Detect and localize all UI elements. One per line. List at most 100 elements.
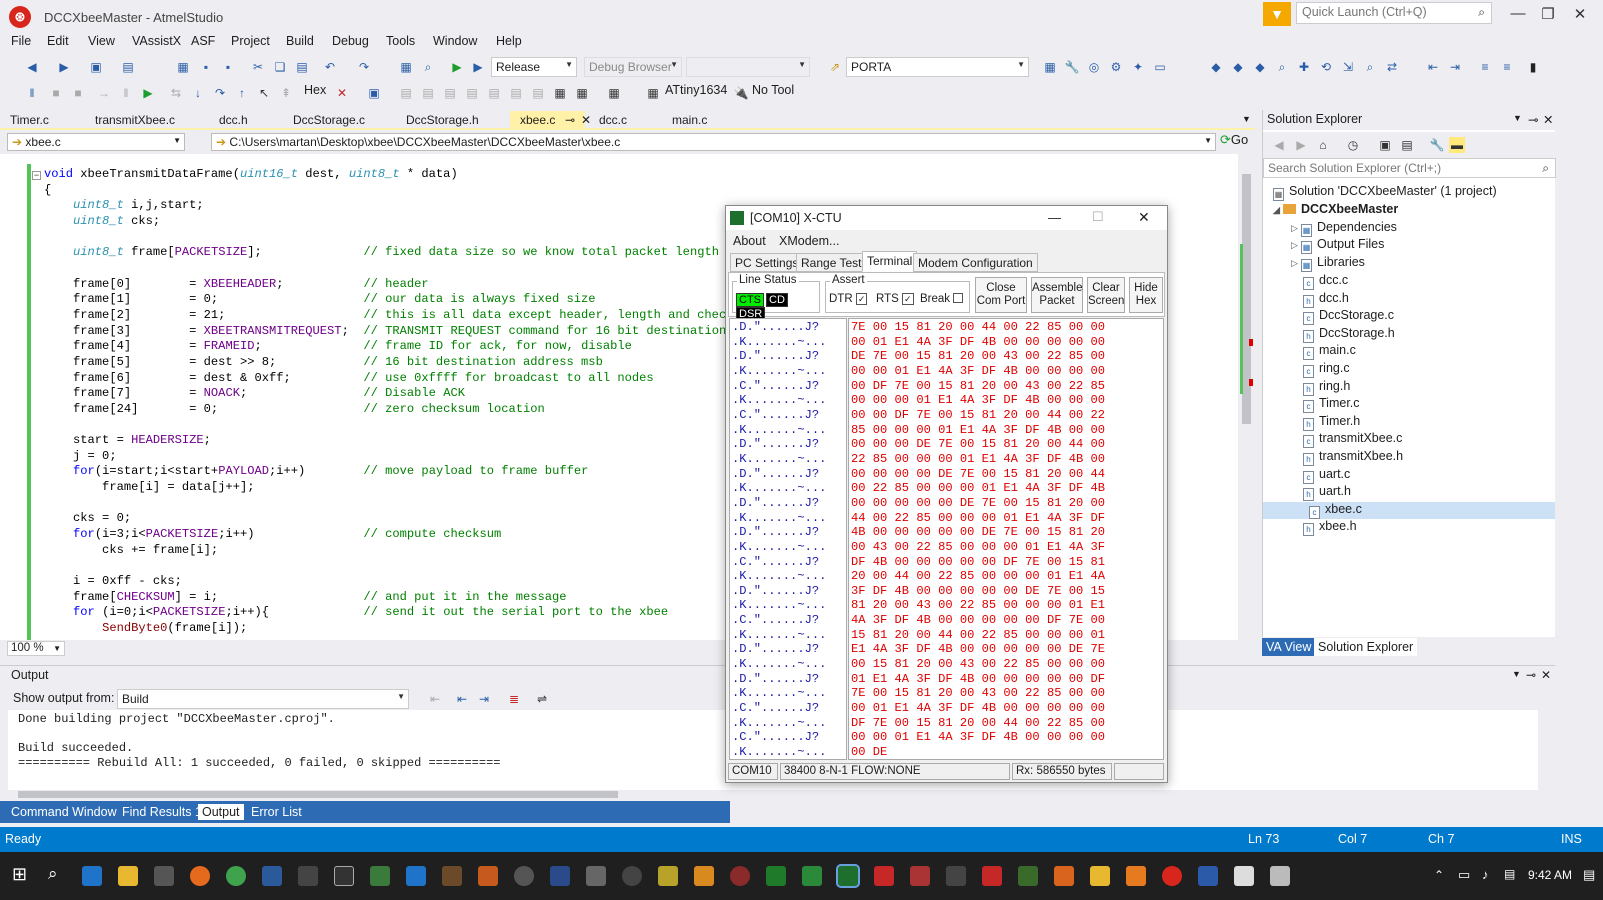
window-icon[interactable]: ▭ — [1152, 59, 1168, 75]
solution-node[interactable]: ▦ Solution 'DCCXbeeMaster' (1 project) — [1273, 184, 1497, 201]
stop-debugging-icon[interactable]: ■ — [70, 85, 86, 101]
clock[interactable]: 9:42 AM — [1528, 868, 1572, 882]
close-icon[interactable]: ✕ — [1541, 668, 1551, 682]
app-icon[interactable] — [1234, 866, 1254, 886]
next-message-icon[interactable]: ⇥ — [476, 691, 492, 707]
app-icon[interactable] — [1054, 866, 1074, 886]
xctu-menu-about[interactable]: About — [733, 234, 766, 248]
vlc-icon[interactable] — [1126, 866, 1146, 886]
menu-window[interactable]: Window — [431, 34, 479, 48]
menu-edit[interactable]: Edit — [45, 34, 71, 48]
locals-icon[interactable]: ▤ — [508, 85, 524, 101]
scrollbar-thumb[interactable] — [1242, 174, 1251, 424]
menu-vassistx[interactable]: VAssistX — [130, 34, 183, 48]
device-label[interactable]: ATtiny1634 — [665, 83, 727, 97]
menu-tools[interactable]: Tools — [384, 34, 417, 48]
menu-project[interactable]: Project — [229, 34, 272, 48]
network-icon[interactable]: ▭ — [1458, 867, 1470, 883]
collapse-toggle[interactable]: − — [32, 171, 41, 180]
app-icon[interactable] — [1198, 866, 1218, 886]
paste-icon[interactable]: ▤ — [294, 59, 310, 75]
clear-screen-button[interactable]: Clear Screen — [1087, 277, 1125, 313]
erase-icon[interactable]: ▦ — [574, 85, 590, 101]
firefox-icon[interactable] — [190, 866, 210, 886]
solution-file[interactable]: c dcc.c — [1303, 273, 1553, 290]
solution-file[interactable]: c transmitXbee.c — [1303, 431, 1553, 449]
folder-libraries[interactable]: ▷ ▦ Libraries — [1291, 255, 1365, 272]
restore-button[interactable]: ❐ — [1530, 5, 1566, 23]
collapse-arrow-icon[interactable]: ◢ — [1273, 205, 1283, 216]
app-icon[interactable] — [514, 866, 534, 886]
tab-find-results[interactable]: Find Results 1 — [118, 804, 206, 820]
undo-icon[interactable]: ↶ — [322, 59, 338, 75]
tab-error-list[interactable]: Error List — [247, 804, 306, 820]
dropdown-icon[interactable]: ▼ — [1512, 669, 1521, 679]
solution-file[interactable]: c Timer.c — [1303, 396, 1553, 414]
app-icon[interactable] — [298, 866, 318, 886]
settings-icon[interactable]: ⚙ — [1108, 59, 1124, 75]
app-icon[interactable] — [406, 866, 426, 886]
app-icon[interactable] — [694, 866, 714, 886]
wizard-icon[interactable]: ✦ — [1130, 59, 1146, 75]
chip-icon[interactable]: ▦ — [645, 85, 661, 101]
solution-file[interactable]: h transmitXbee.h — [1303, 449, 1553, 466]
folder-output-files[interactable]: ▷ ▦ Output Files — [1291, 237, 1384, 254]
va-tool-5-icon[interactable]: ⟲ — [1318, 59, 1334, 75]
close-com-port-button[interactable]: Close Com Port — [975, 277, 1027, 313]
output-hscrollbar[interactable] — [8, 790, 1538, 800]
va-tool-6-icon[interactable]: ⇲ — [1340, 59, 1356, 75]
memory-icon[interactable]: ▤ — [420, 85, 436, 101]
platform-select[interactable]: ▼ — [686, 57, 810, 77]
va-tool-4-icon[interactable]: ✚ — [1296, 59, 1312, 75]
menu-debug[interactable]: Debug — [330, 34, 371, 48]
app-icon[interactable] — [982, 866, 1002, 886]
solution-file[interactable]: h dcc.h — [1303, 291, 1553, 308]
xctu-maximize-button[interactable]: ☐ — [1092, 209, 1104, 225]
uncomment-icon[interactable]: ≡ — [1499, 59, 1515, 75]
solution-file[interactable]: h uart.h — [1303, 484, 1553, 502]
project-node[interactable]: ◢ DCCXbeeMaster — [1273, 202, 1398, 216]
redo-icon[interactable]: ↷ — [356, 59, 372, 75]
break-all-icon[interactable]: ‖ — [24, 85, 40, 101]
bookmark-icon[interactable]: ▮ — [1525, 59, 1541, 75]
cmd-icon[interactable] — [334, 866, 354, 886]
folder-dependencies[interactable]: ▷ ▦ Dependencies — [1291, 220, 1397, 237]
set-next-icon[interactable]: ⇞ — [278, 85, 294, 101]
solution-file[interactable]: c ring.c — [1303, 361, 1553, 378]
debug-windows-icon[interactable]: ▣ — [366, 85, 382, 101]
target-icon[interactable]: ◎ — [1086, 59, 1102, 75]
preview-icon[interactable]: ▬ — [1449, 137, 1465, 153]
app-icon[interactable] — [946, 866, 966, 886]
edge-icon[interactable] — [82, 866, 102, 886]
go-button[interactable]: ⟳Go — [1220, 132, 1254, 152]
app-icon[interactable] — [550, 866, 570, 886]
word-wrap-icon[interactable]: ⇌ — [534, 691, 550, 707]
new-project-icon[interactable]: ▣ — [88, 59, 104, 75]
dtr-checkbox[interactable]: DTR ✓ — [829, 293, 868, 305]
app-icon[interactable] — [730, 866, 750, 886]
port-select[interactable]: PORTA ▼ — [846, 57, 1029, 77]
tab-output[interactable]: Output — [198, 804, 244, 820]
disasm-icon[interactable]: ▤ — [398, 85, 414, 101]
history-icon[interactable]: ◷ — [1345, 137, 1361, 153]
language-icon[interactable]: ▤ — [1504, 867, 1515, 881]
pin-icon[interactable]: ⊸ — [1528, 112, 1538, 127]
tab-va-view[interactable]: VA View — [1262, 638, 1316, 656]
file-path-select[interactable]: ➔ C:\Users\martan\Desktop\xbee\DCCXbeeMa… — [211, 133, 1216, 151]
expand-arrow-icon[interactable]: ▷ — [1291, 223, 1301, 234]
xctu-tab-pc-settings[interactable]: PC Settings — [730, 253, 804, 272]
store-icon[interactable] — [154, 866, 174, 886]
hide-hex-button[interactable]: Hide Hex — [1129, 277, 1163, 313]
atmel-studio-taskbar-icon[interactable] — [1162, 866, 1182, 886]
app-icon[interactable] — [658, 866, 678, 886]
tab-overflow-icon[interactable]: ▼ — [1242, 114, 1251, 124]
properties-icon[interactable]: 🔧 — [1429, 137, 1445, 153]
tool-icon[interactable]: 🔌 — [733, 85, 749, 101]
close-icon[interactable]: ✕ — [1543, 112, 1553, 127]
tray-chevron-icon[interactable]: ⌃ — [1434, 868, 1444, 882]
zoom-select[interactable]: 100 % ▼ — [7, 641, 65, 656]
back-icon[interactable]: ◀ — [1271, 137, 1287, 153]
output-vscrollbar[interactable] — [1540, 710, 1555, 790]
solution-search-input[interactable]: Search Solution Explorer (Ctrl+;) ⌕ — [1263, 158, 1556, 178]
editor-scrollbar[interactable] — [1238, 154, 1255, 640]
